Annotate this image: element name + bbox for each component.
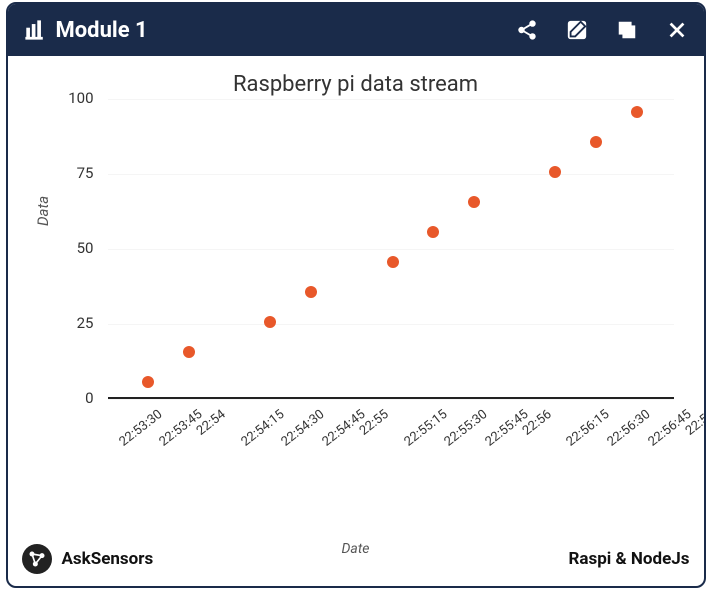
data-point[interactable]	[590, 136, 602, 148]
header-title-group: Module 1	[24, 18, 516, 43]
x-tick: 22:54:15	[238, 407, 287, 450]
data-point[interactable]	[427, 226, 439, 238]
y-axis-label: Data	[34, 196, 52, 226]
x-tick: 22:55:30	[442, 407, 491, 450]
x-axis: 22:53:3022:53:4522:5422:54:1522:54:3022:…	[108, 399, 674, 479]
module-title: Module 1	[56, 18, 148, 43]
y-tick: 25	[62, 314, 94, 332]
close-icon[interactable]	[666, 19, 688, 41]
x-tick: 22:53:30	[116, 407, 165, 450]
plot-region[interactable]	[108, 99, 674, 399]
module-panel: Module 1 Raspberry pi data stream Data 2…	[6, 2, 706, 588]
data-point[interactable]	[387, 256, 399, 268]
panel-header: Module 1	[8, 4, 704, 56]
data-point[interactable]	[264, 316, 276, 328]
data-point[interactable]	[631, 106, 643, 118]
chart-area: Raspberry pi data stream Data 22:53:3022…	[8, 56, 704, 536]
x-tick: 22:56:15	[564, 407, 613, 450]
data-point[interactable]	[183, 346, 195, 358]
chart-title: Raspberry pi data stream	[18, 72, 694, 97]
header-actions	[516, 19, 688, 41]
data-point[interactable]	[468, 196, 480, 208]
data-point[interactable]	[549, 166, 561, 178]
x-axis-label: Date	[18, 541, 694, 557]
y-tick: 50	[62, 239, 94, 257]
x-tick: 22:56:30	[605, 407, 654, 450]
y-tick: 0	[62, 389, 94, 407]
y-tick: 75	[62, 164, 94, 182]
y-tick: 100	[62, 89, 94, 107]
copy-icon[interactable]	[616, 19, 638, 41]
data-point[interactable]	[305, 286, 317, 298]
x-tick: 22:54:30	[279, 407, 328, 450]
x-tick: 22:55:15	[401, 407, 450, 450]
share-icon[interactable]	[516, 19, 538, 41]
bar-chart-icon	[24, 19, 46, 41]
edit-icon[interactable]	[566, 19, 588, 41]
data-point[interactable]	[142, 376, 154, 388]
